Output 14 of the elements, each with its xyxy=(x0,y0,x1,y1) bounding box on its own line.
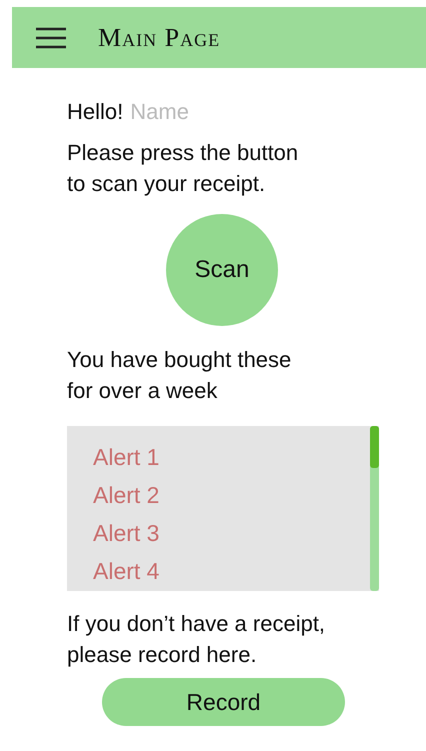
alert-item[interactable]: Alert 4 xyxy=(93,552,160,590)
scan-instructions: Please press the button to scan your receipt. xyxy=(67,139,300,198)
record-button[interactable]: Record xyxy=(102,678,345,726)
alert-item[interactable]: Alert 2 xyxy=(93,476,160,514)
scan-button[interactable]: Scan xyxy=(166,214,278,326)
greeting-text: Hello! xyxy=(67,98,124,126)
record-instructions: If you don’t have a receipt, please record here. xyxy=(67,610,326,669)
menu-icon[interactable] xyxy=(36,26,66,48)
scrollbar[interactable] xyxy=(370,426,379,591)
user-name: Name xyxy=(130,98,189,126)
alerts-heading: You have bought these for over a week xyxy=(67,346,292,405)
alert-item[interactable]: Alert 3 xyxy=(93,514,160,552)
alert-item[interactable]: Alert 1 xyxy=(93,438,160,476)
page-title: Main Page xyxy=(98,22,220,52)
